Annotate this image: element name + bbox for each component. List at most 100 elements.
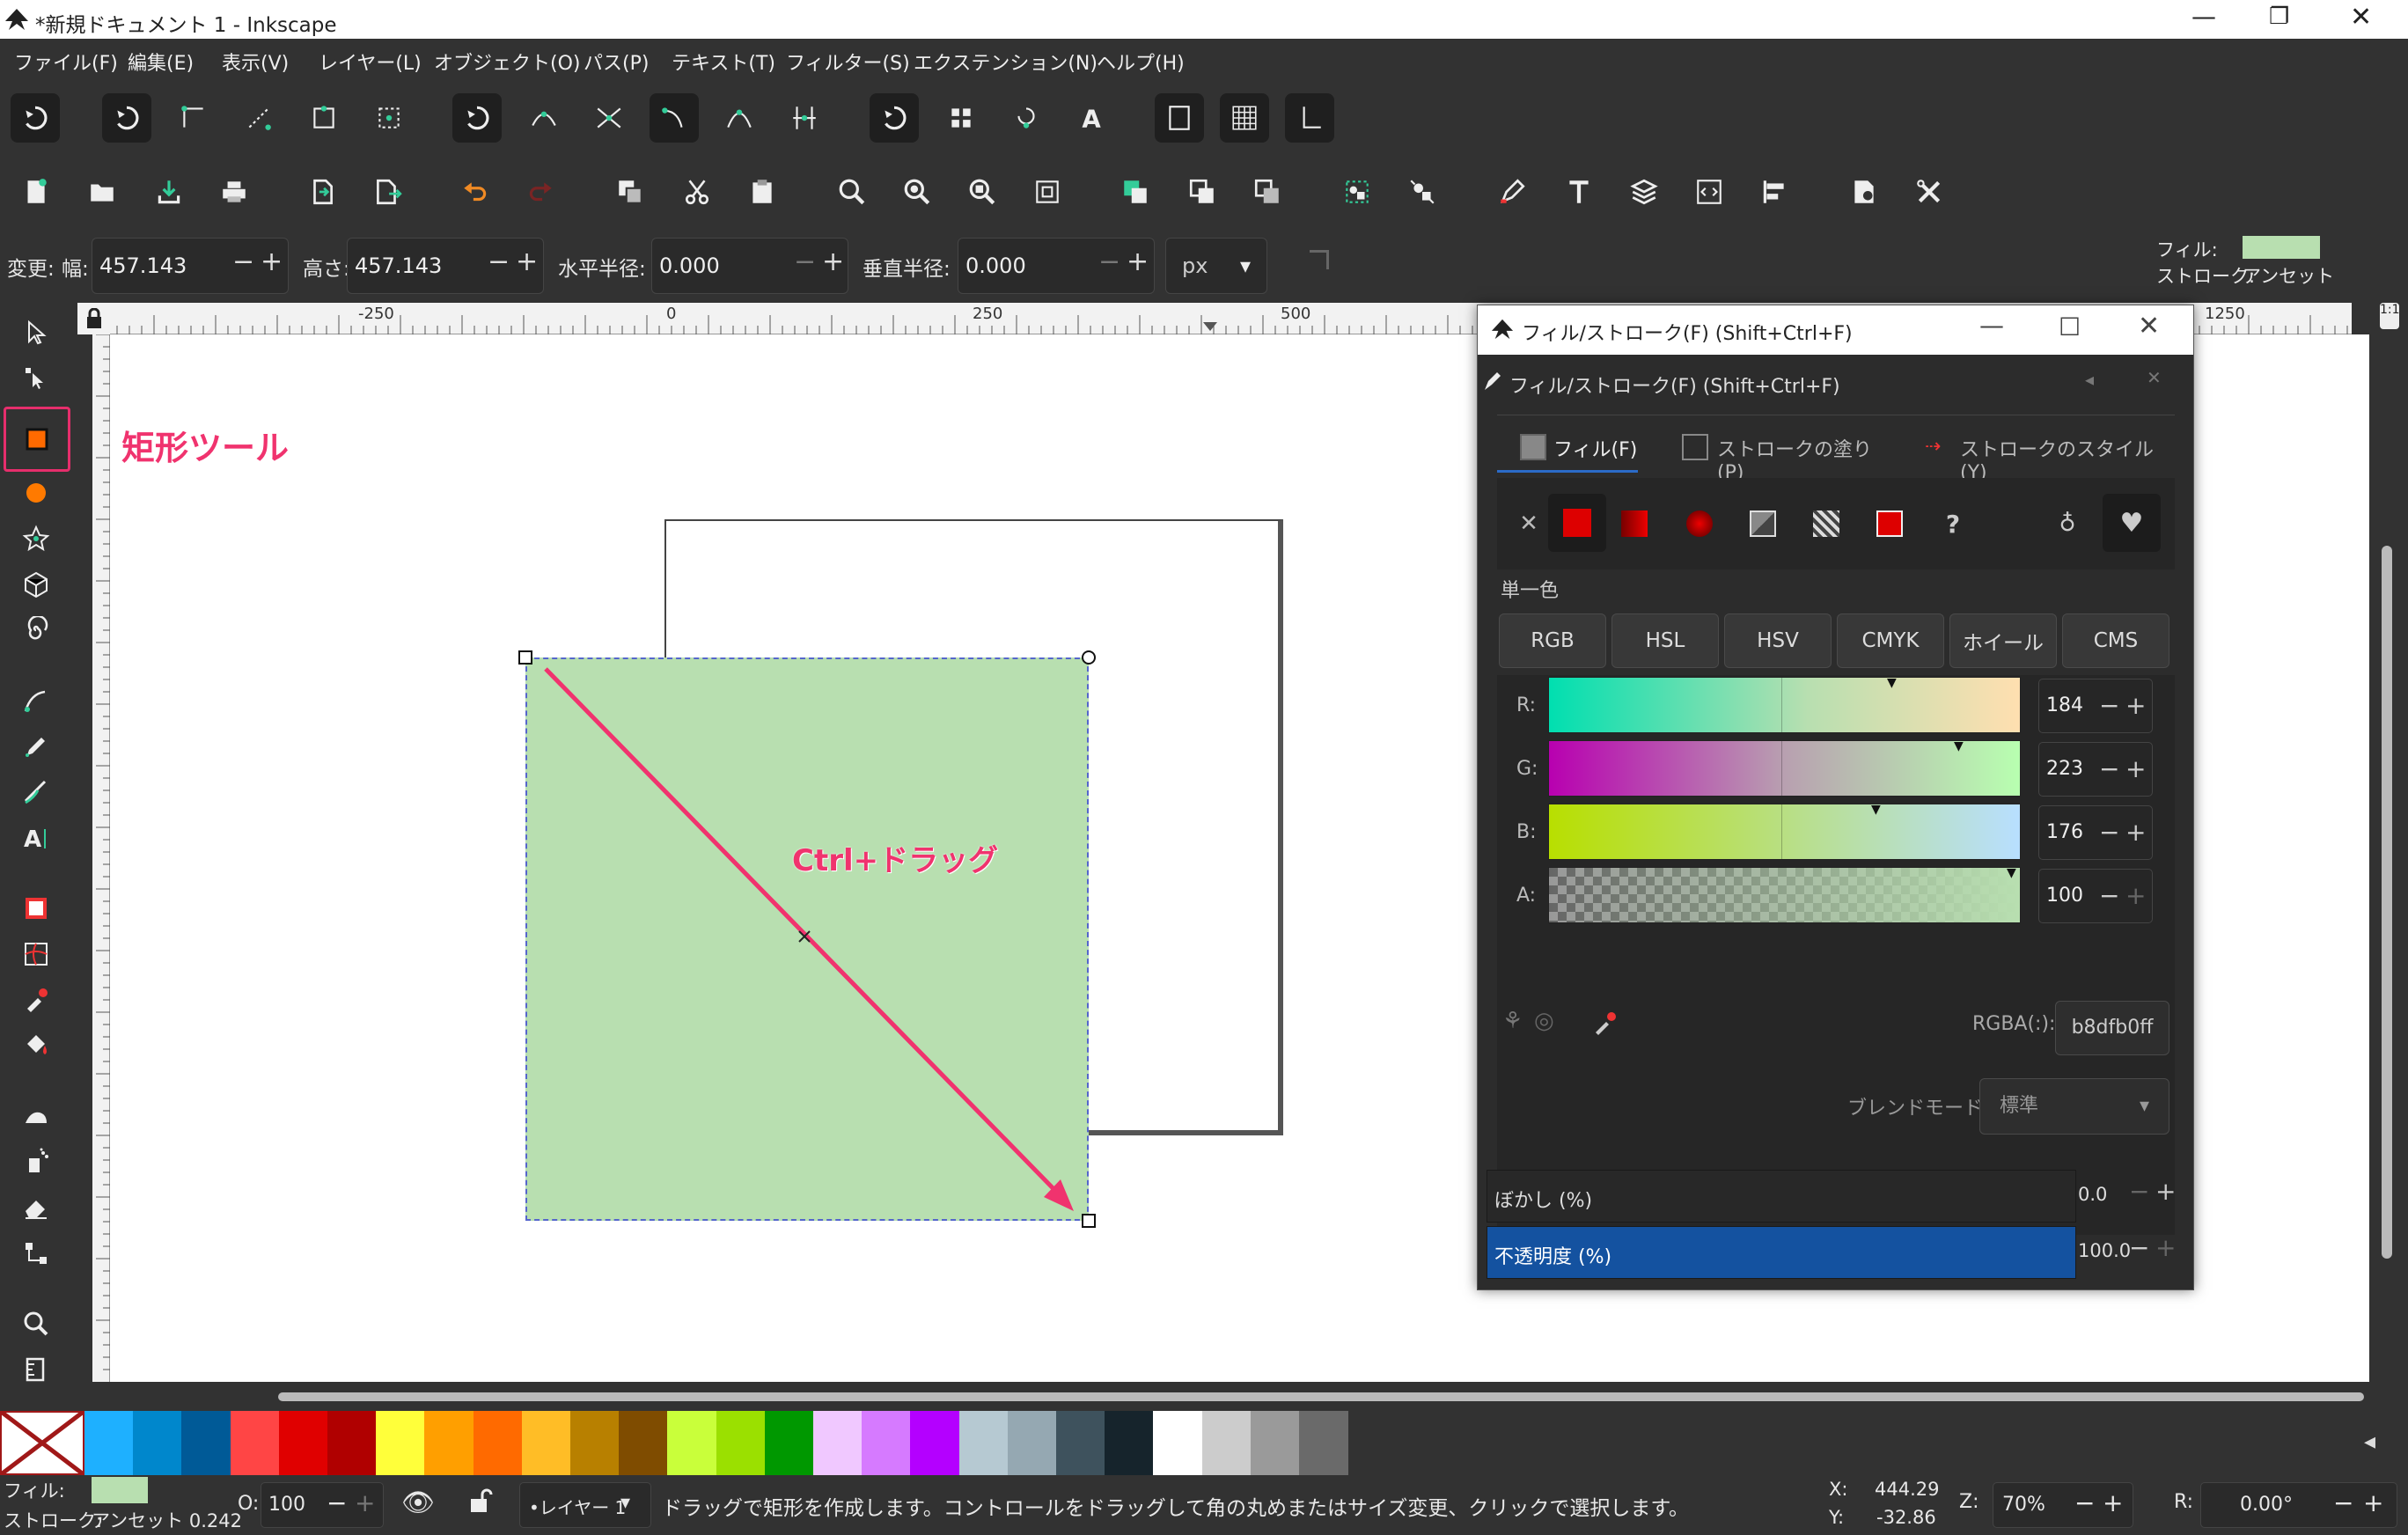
- pencil-tool-icon[interactable]: [11, 727, 62, 766]
- zoom-decrement[interactable]: −: [2074, 1488, 2095, 1517]
- zoom-page-width-icon[interactable]: [1023, 167, 1072, 217]
- channel-g-decrement[interactable]: −: [2099, 743, 2119, 796]
- radial-gradient-icon[interactable]: [1684, 508, 1715, 540]
- layers-icon[interactable]: [1619, 167, 1669, 217]
- tab-stroke-style[interactable]: ⇢ ストロークのスタイル(Y): [1925, 420, 2180, 484]
- ellipse-tool-icon[interactable]: [11, 474, 62, 512]
- status-opacity-increment[interactable]: +: [355, 1488, 375, 1517]
- blur-slider[interactable]: ぼかし (%): [1487, 1170, 2076, 1223]
- channel-a-decrement[interactable]: −: [2099, 870, 2119, 922]
- menu-view[interactable]: 表示(V): [222, 48, 289, 76]
- snap-path-icon[interactable]: [519, 93, 569, 143]
- blend-mode-select[interactable]: 標準 ▾: [1979, 1078, 2169, 1135]
- height-field[interactable]: 457.143: [347, 238, 544, 294]
- selector-tool-icon[interactable]: [11, 313, 62, 352]
- width-increment-button[interactable]: +: [261, 246, 283, 277]
- palette-swatch[interactable]: [473, 1411, 523, 1475]
- channel-b-field[interactable]: 176− +: [2038, 805, 2153, 860]
- channel-b-increment[interactable]: +: [2125, 806, 2146, 859]
- snap-text-baseline-icon[interactable]: A: [1067, 93, 1116, 143]
- snap-rotation-center-icon[interactable]: [1002, 93, 1051, 143]
- unset-paint-icon[interactable]: ?: [1937, 508, 1969, 540]
- menu-layer[interactable]: レイヤー(L): [319, 48, 422, 76]
- height-increment-button[interactable]: +: [516, 246, 538, 277]
- close-button[interactable]: ✕: [2350, 2, 2372, 33]
- horizontal-scroll-thumb[interactable]: [278, 1392, 2364, 1401]
- text-tool-icon[interactable]: A: [11, 819, 62, 857]
- unlink-clone-icon[interactable]: [1243, 167, 1292, 217]
- width-decrement-button[interactable]: −: [232, 246, 254, 277]
- palette-swatch[interactable]: [764, 1411, 814, 1475]
- ry-field[interactable]: 0.000: [958, 238, 1155, 294]
- ry-increment-button[interactable]: +: [1127, 246, 1149, 277]
- palette-swatch[interactable]: [133, 1411, 183, 1475]
- rx-increment-button[interactable]: +: [822, 246, 844, 277]
- import-icon[interactable]: [297, 167, 347, 217]
- palette-swatch[interactable]: [1105, 1411, 1155, 1475]
- eye-icon[interactable]: 👁: [401, 1487, 435, 1518]
- status-fill-swatch[interactable]: [92, 1477, 148, 1503]
- snap-midpoint-icon[interactable]: [780, 93, 829, 143]
- menu-text[interactable]: テキスト(T): [672, 48, 775, 76]
- flat-color-button[interactable]: [1548, 494, 1606, 552]
- palette-swatch[interactable]: [230, 1411, 280, 1475]
- rx-decrement-button[interactable]: −: [794, 246, 816, 277]
- pattern-icon[interactable]: [1810, 508, 1842, 540]
- palette-swatch[interactable]: [1299, 1411, 1349, 1475]
- spray-tool-icon[interactable]: [11, 1142, 62, 1181]
- palette-scroll-left-icon[interactable]: ◂: [2364, 1429, 2375, 1455]
- star-tool-icon[interactable]: [11, 519, 62, 558]
- channel-r-increment[interactable]: +: [2125, 679, 2146, 732]
- snap-bbox-center-icon[interactable]: [364, 93, 414, 143]
- 3d-box-tool-icon[interactable]: [11, 565, 62, 604]
- opacity-increment[interactable]: +: [2155, 1233, 2176, 1262]
- unit-select[interactable]: px ▾: [1165, 238, 1267, 294]
- reset-corners-icon[interactable]: [1310, 250, 1329, 269]
- snap-toggle-button[interactable]: [11, 93, 60, 143]
- palette-swatch[interactable]: [667, 1411, 717, 1475]
- snap-bbox-button[interactable]: [102, 93, 151, 143]
- zoom-selection-icon[interactable]: [827, 167, 877, 217]
- save-icon[interactable]: [144, 167, 194, 217]
- vertical-scroll-thumb[interactable]: [2382, 546, 2392, 1259]
- channel-g-field[interactable]: 223− +: [2038, 742, 2153, 797]
- mode-wheel-tab[interactable]: ホイール: [1949, 613, 2057, 668]
- palette-swatch[interactable]: [181, 1411, 231, 1475]
- ungroup-icon[interactable]: [1398, 167, 1447, 217]
- blur-increment[interactable]: +: [2155, 1177, 2176, 1206]
- opacity-decrement[interactable]: −: [2129, 1233, 2149, 1262]
- menu-edit[interactable]: 編集(E): [128, 48, 194, 76]
- zoom-page-icon[interactable]: [958, 167, 1007, 217]
- palette-swatch[interactable]: [376, 1411, 426, 1475]
- snap-others-button[interactable]: [870, 93, 919, 143]
- zoom-field[interactable]: 70% − +: [1993, 1482, 2133, 1528]
- palette-swatch[interactable]: [862, 1411, 912, 1475]
- fill-rule-evenodd-icon[interactable]: ♁: [2052, 508, 2083, 540]
- palette-swatch[interactable]: [521, 1411, 571, 1475]
- ry-decrement-button[interactable]: −: [1098, 246, 1120, 277]
- palette-swatch[interactable]: [958, 1411, 1009, 1475]
- style-fill-swatch[interactable]: [2243, 236, 2320, 259]
- calligraphy-tool-icon[interactable]: [11, 773, 62, 812]
- export-icon[interactable]: [363, 167, 412, 217]
- channel-a-field[interactable]: 100− +: [2038, 869, 2153, 923]
- palette-swatch[interactable]: [813, 1411, 863, 1475]
- group-icon[interactable]: [1332, 167, 1382, 217]
- dialog-maximize-button[interactable]: ☐: [2059, 312, 2081, 342]
- snap-page-border-button[interactable]: [1155, 93, 1204, 143]
- rx-field[interactable]: 0.000: [651, 238, 848, 294]
- vertical-scrollbar[interactable]: 1:1: [2369, 303, 2408, 1411]
- color-picker-icon[interactable]: [1592, 1010, 1619, 1039]
- palette-swatch[interactable]: [278, 1411, 328, 1475]
- spiral-tool-icon[interactable]: [11, 611, 62, 650]
- snap-bbox-midpoint-icon[interactable]: [299, 93, 349, 143]
- swatch-icon[interactable]: [1874, 508, 1905, 540]
- node-tool-icon[interactable]: [11, 359, 62, 398]
- menu-file[interactable]: ファイル(F): [14, 48, 118, 76]
- snap-smooth-icon[interactable]: [715, 93, 764, 143]
- mode-cms-tab[interactable]: CMS: [2062, 613, 2169, 668]
- channel-a-increment[interactable]: +: [2125, 870, 2146, 922]
- palette-swatch[interactable]: [716, 1411, 766, 1475]
- vertical-ruler[interactable]: [92, 334, 110, 1382]
- blur-decrement[interactable]: −: [2129, 1177, 2149, 1206]
